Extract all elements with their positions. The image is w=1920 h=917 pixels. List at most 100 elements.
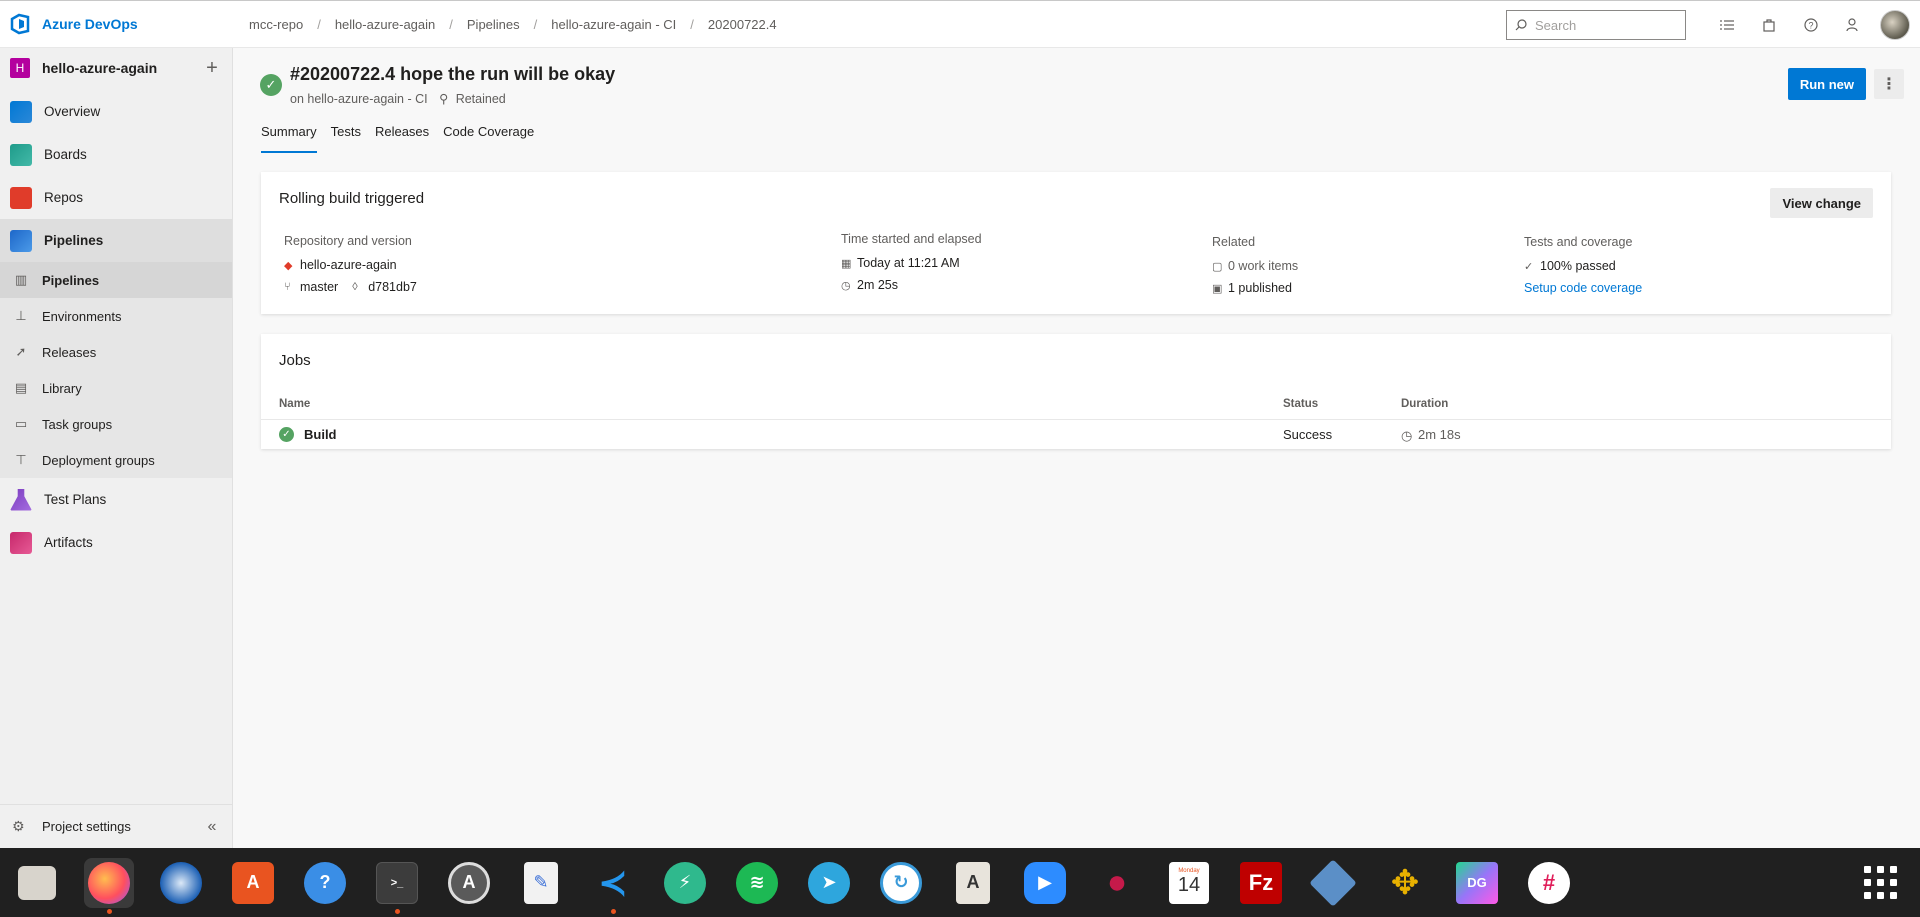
dock-files[interactable]: [12, 858, 62, 908]
collapse-sidebar-icon[interactable]: «: [192, 818, 232, 836]
dock-remote-desktop[interactable]: ↻: [876, 858, 926, 908]
more-actions-icon[interactable]: ⋮: [1874, 69, 1904, 99]
dock-terminal[interactable]: >_: [372, 858, 422, 914]
telegram-icon: ➤: [808, 861, 850, 904]
boards-icon: [10, 143, 32, 166]
dock-text-editor[interactable]: ✎: [516, 858, 566, 908]
sidebar-item-artifacts[interactable]: Artifacts: [0, 521, 232, 564]
breadcrumb-separator: /: [533, 16, 538, 32]
azure-devops-logo-icon: [10, 13, 30, 35]
dock-help[interactable]: ?: [300, 858, 350, 908]
dock-thunderbird[interactable]: [156, 858, 206, 908]
sidebar-subitem-label: Library: [42, 380, 82, 396]
breadcrumb-pipelines[interactable]: Pipelines: [461, 17, 526, 32]
tab-tests[interactable]: Tests: [331, 124, 361, 153]
run-header: ✓ #20200722.4 hope the run will be okay …: [260, 64, 615, 106]
run-tabs: Summary Tests Releases Code Coverage: [261, 124, 548, 153]
library-icon: ▤: [14, 380, 28, 395]
project-settings[interactable]: ⚙ Project settings «: [0, 804, 232, 848]
spotify-icon: ≋: [736, 861, 778, 904]
breadcrumb-run[interactable]: 20200722.4: [702, 17, 783, 32]
dock-calendar[interactable]: Monday 14: [1164, 858, 1214, 908]
git-icon: ◆: [284, 259, 293, 272]
published-row[interactable]: ▣ 1 published: [1212, 277, 1298, 299]
repo-name: hello-azure-again: [300, 258, 397, 272]
sidebar-subitem-task-groups[interactable]: ▭ Task groups: [0, 406, 232, 442]
view-change-button[interactable]: View change: [1770, 188, 1873, 218]
sidebar-subitem-releases[interactable]: ➚ Releases: [0, 334, 232, 370]
dock-firefox[interactable]: [84, 857, 134, 914]
run-new-button[interactable]: Run new: [1787, 68, 1866, 100]
work-items-list-icon[interactable]: [1706, 4, 1748, 46]
sidebar-subitem-library[interactable]: ▤ Library: [0, 370, 232, 406]
tests-header: Tests and coverage: [1524, 235, 1633, 249]
sidebar-subitem-label: Pipelines: [42, 272, 100, 288]
dock-insomnia[interactable]: ⚡: [660, 858, 710, 908]
time-column: Time started and elapsed ▦ Today at 11:2…: [841, 232, 982, 296]
sidebar-item-pipelines[interactable]: Pipelines: [0, 219, 232, 262]
dock-filezilla[interactable]: Fz: [1236, 858, 1286, 908]
sidebar-subitem-environments[interactable]: ⊥ Environments: [0, 298, 232, 334]
calendar-day-number: 14: [1177, 874, 1201, 896]
breadcrumb-pipeline[interactable]: hello-azure-again - CI: [545, 17, 682, 32]
user-settings-icon[interactable]: [1832, 4, 1874, 46]
dock-software[interactable]: A: [228, 858, 278, 908]
test-plans-flask-icon: [10, 488, 32, 511]
summary-title: Rolling build triggered: [279, 190, 425, 207]
sidebar: H hello-azure-again + Overview Boards Re…: [0, 48, 233, 848]
help-icon[interactable]: ?: [1790, 4, 1832, 46]
sidebar-subitem-deployment-groups[interactable]: ⊤ Deployment groups: [0, 442, 232, 478]
dock-dictionary[interactable]: A: [948, 858, 998, 908]
dock-updater[interactable]: A: [444, 858, 494, 908]
sidebar-item-label: Repos: [44, 190, 84, 205]
col-status: Status: [1283, 398, 1319, 410]
tab-releases[interactable]: Releases: [375, 124, 429, 153]
repo-row[interactable]: ◆ hello-azure-again: [284, 254, 417, 276]
sidebar-item-overview[interactable]: Overview: [0, 90, 232, 133]
sidebar-subitem-pipelines[interactable]: ▥ Pipelines: [0, 262, 232, 298]
dock-telegram[interactable]: ➤: [804, 858, 854, 908]
breadcrumb-separator: /: [690, 16, 694, 32]
marketplace-bag-icon[interactable]: [1748, 4, 1790, 46]
branch-name[interactable]: master: [300, 280, 338, 294]
project-header[interactable]: H hello-azure-again +: [0, 48, 232, 88]
tests-passed-row[interactable]: ✓ 100% passed: [1524, 255, 1642, 277]
sidebar-item-test-plans[interactable]: Test Plans: [0, 478, 232, 521]
add-icon[interactable]: +: [192, 57, 232, 80]
table-row[interactable]: ✓ Build Success ◷ 2m 18s: [261, 420, 1891, 449]
tab-summary[interactable]: Summary: [261, 124, 317, 153]
dock-vscode[interactable]: ≺: [588, 858, 638, 914]
firefox-icon: [88, 861, 130, 904]
brand[interactable]: Azure DevOps: [0, 1, 233, 47]
sidebar-item-repos[interactable]: Repos: [0, 176, 232, 219]
dock-raspberry-pi[interactable]: ●: [1092, 858, 1142, 908]
commit-id[interactable]: d781db7: [368, 280, 417, 294]
dock-zoom[interactable]: ▶: [1020, 858, 1070, 908]
search-input[interactable]: Search: [1506, 10, 1686, 40]
sidebar-item-boards[interactable]: Boards: [0, 133, 232, 176]
run-pipeline-link[interactable]: on hello-azure-again - CI: [290, 92, 428, 106]
artifacts-icon: [10, 531, 32, 554]
work-items-row[interactable]: ▢ 0 work items: [1212, 255, 1298, 277]
show-applications-grid-icon[interactable]: [1864, 866, 1898, 900]
sidebar-item-label: Test Plans: [44, 492, 107, 507]
dock-arrows-app[interactable]: ✥: [1380, 858, 1430, 908]
tab-code-coverage[interactable]: Code Coverage: [443, 124, 534, 153]
dock-virtualbox[interactable]: [1308, 858, 1358, 908]
elapsed-row: ◷ 2m 25s: [841, 274, 982, 296]
breadcrumb-org[interactable]: mcc-repo: [243, 17, 309, 32]
dock-slack[interactable]: #: [1524, 858, 1574, 908]
sidebar-subitem-label: Environments: [42, 308, 122, 324]
breadcrumb-project[interactable]: hello-azure-again: [329, 17, 441, 32]
svg-text:?: ?: [1809, 21, 1814, 31]
run-subtitle: on hello-azure-again - CI ⚲ Retained: [290, 91, 615, 106]
setup-code-coverage-link[interactable]: Setup code coverage: [1524, 281, 1642, 295]
avatar[interactable]: [1880, 10, 1910, 40]
sidebar-subitem-label: Deployment groups: [42, 452, 155, 468]
environments-icon: ⊥: [15, 308, 27, 323]
dock-spotify[interactable]: ≋: [732, 858, 782, 908]
running-indicator: [395, 908, 400, 914]
running-indicator: [611, 908, 616, 914]
col-name: Name: [279, 398, 311, 410]
dock-datagrip[interactable]: DG: [1452, 858, 1502, 908]
